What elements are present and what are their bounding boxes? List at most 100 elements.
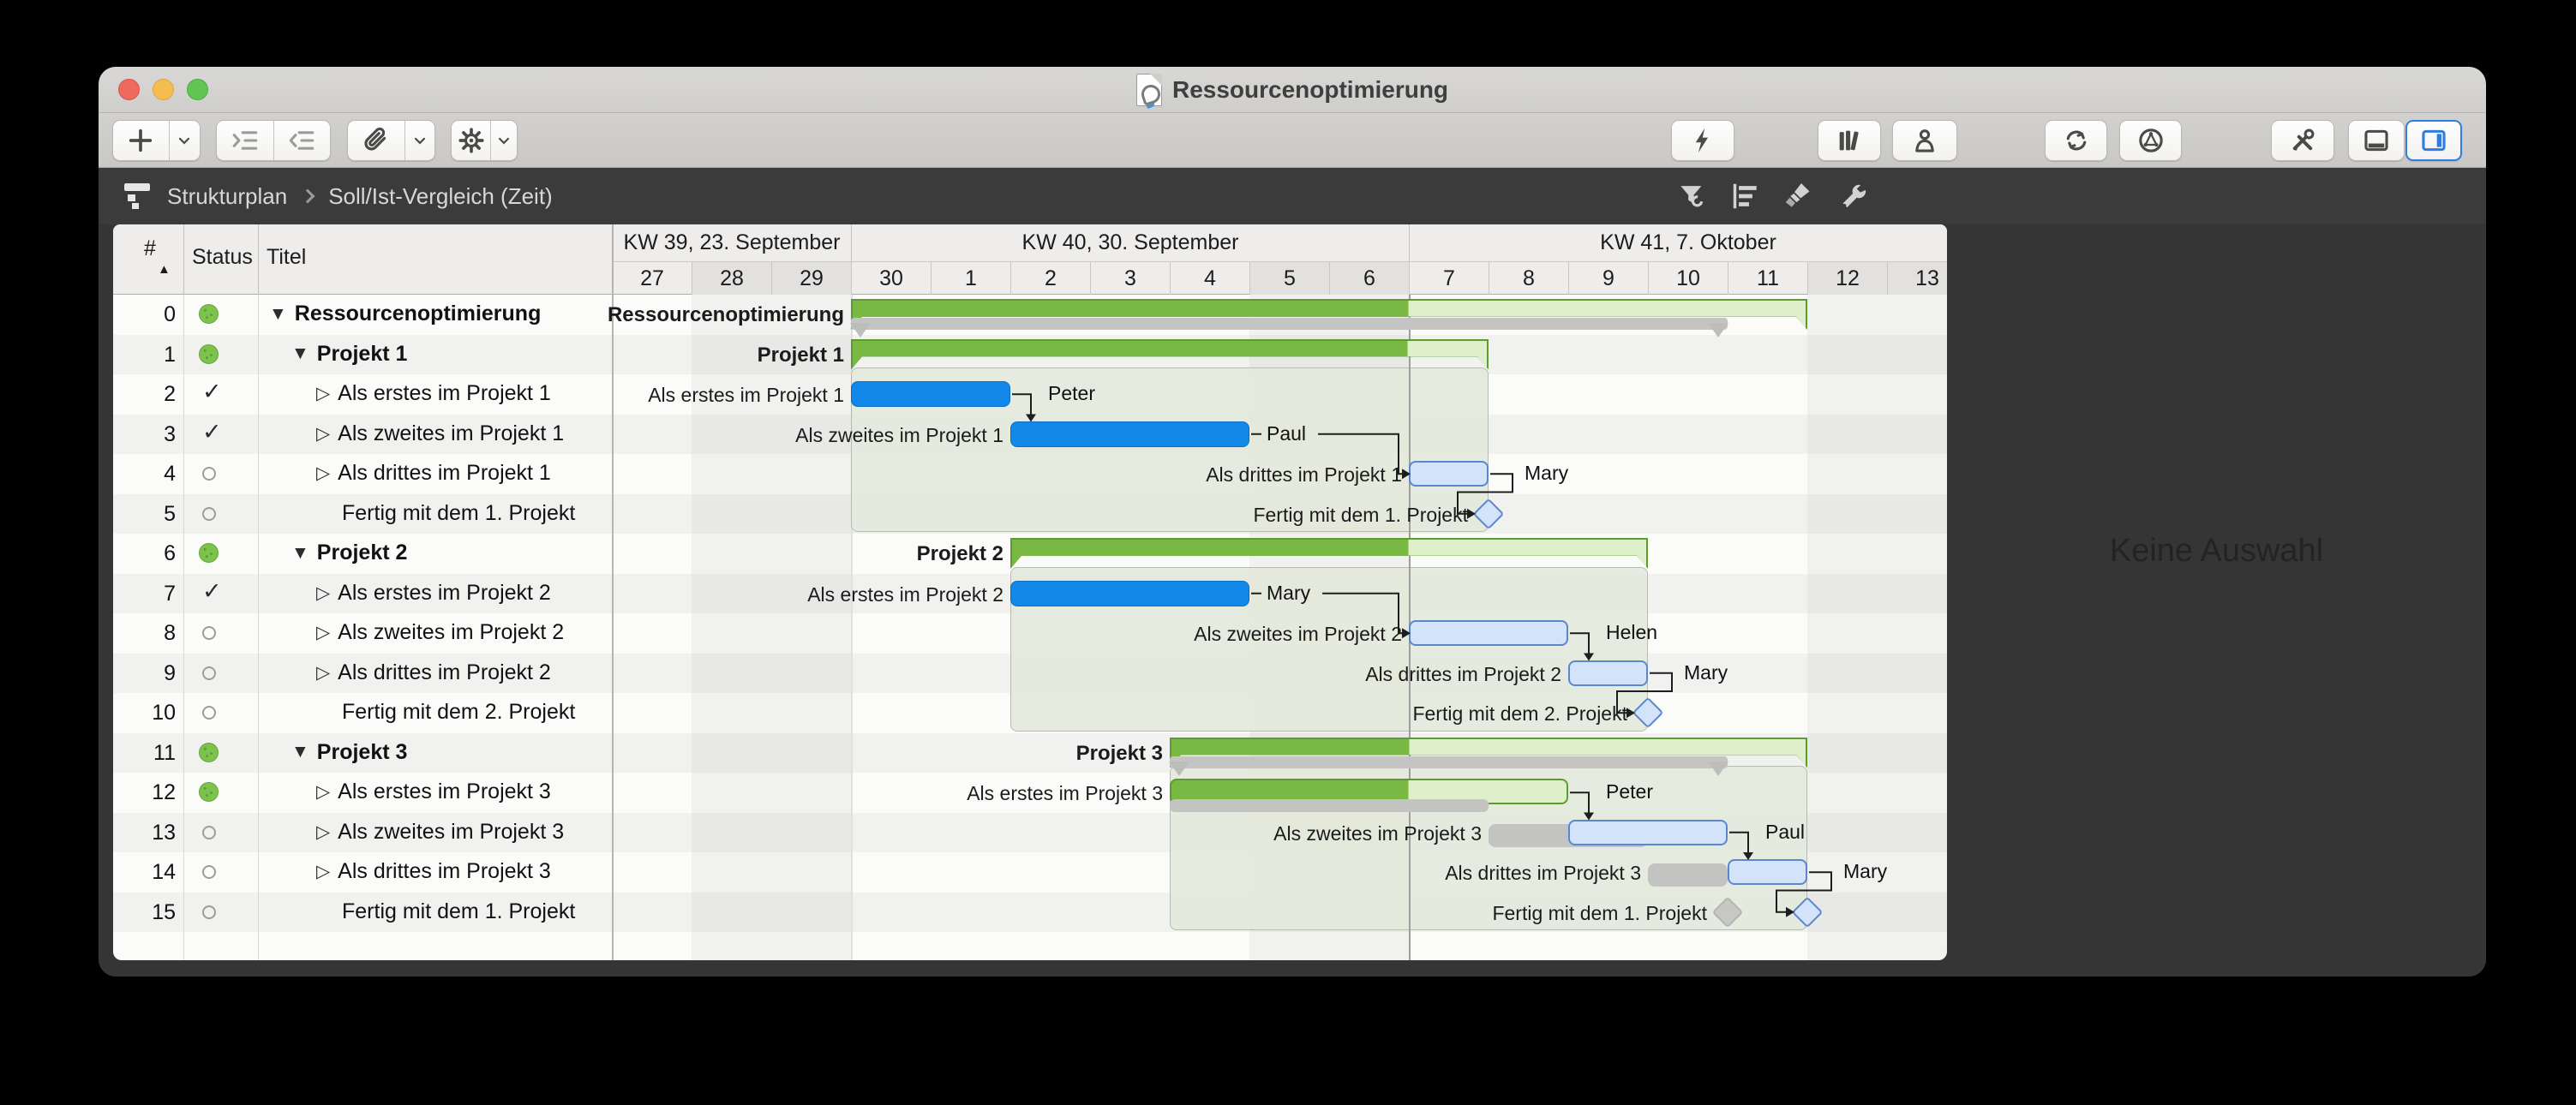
task-title-cell[interactable]: ▷Als zweites im Projekt 2	[316, 620, 564, 645]
outline-icon[interactable]	[1729, 180, 1762, 212]
column-divider[interactable]	[183, 224, 184, 295]
library-icon[interactable]	[1818, 121, 1880, 160]
task-title-cell[interactable]: ▼ Projekt 3	[291, 740, 407, 765]
gantt-baseline-bar	[851, 318, 1728, 330]
gantt-task-bar-planned[interactable]	[1568, 660, 1648, 686]
indent-button-group[interactable]	[216, 120, 331, 161]
disclosure-triangle-icon[interactable]: ▼	[291, 543, 309, 564]
disclosure-triangle-icon[interactable]: ▷	[316, 582, 330, 604]
format-wrench-icon[interactable]	[1837, 180, 1870, 212]
task-title-cell[interactable]: ▷Als drittes im Projekt 1	[316, 461, 551, 486]
status-icon-ontrack	[199, 344, 219, 364]
disclosure-triangle-icon[interactable]: ▷	[316, 821, 330, 843]
resources-button[interactable]	[1892, 120, 1957, 161]
status-icon-done: ✓	[202, 578, 222, 605]
gantt-summary-bar[interactable]	[851, 339, 1489, 370]
status-icon-open	[202, 626, 216, 640]
column-divider[interactable]	[258, 224, 259, 295]
sync-button[interactable]	[2045, 120, 2107, 161]
task-title-cell[interactable]: ▷Als zweites im Projekt 1	[316, 421, 564, 446]
conflicts-button[interactable]	[1671, 120, 1734, 161]
sync-icon[interactable]	[2046, 121, 2106, 160]
row-number: 0	[116, 302, 176, 327]
resource-label: Mary	[1267, 582, 1310, 605]
toggle-inspector-button[interactable]	[2405, 120, 2462, 161]
breadcrumb-item-view[interactable]: Strukturplan	[167, 183, 287, 210]
insert-button-group[interactable]	[112, 120, 201, 161]
chevron-down-icon[interactable]	[170, 121, 200, 160]
panel-bottom-icon[interactable]	[2349, 121, 2404, 160]
resource-label: Paul	[1765, 821, 1805, 844]
style-brush-icon[interactable]	[1782, 180, 1814, 212]
task-title-cell[interactable]: Fertig mit dem 1. Projekt	[342, 899, 575, 924]
network-globe-icon[interactable]	[2120, 121, 2181, 160]
attachment-button-group[interactable]	[347, 120, 435, 161]
attachment-icon[interactable]	[348, 121, 404, 160]
indent-icon[interactable]	[217, 121, 273, 160]
disclosure-triangle-icon[interactable]: ▷	[316, 781, 330, 803]
sort-ascending-icon[interactable]: ▲	[158, 262, 171, 277]
row-number: 10	[116, 701, 176, 726]
filter-icon[interactable]	[1675, 180, 1708, 212]
timeline-day-cell: 30	[851, 261, 931, 295]
activity-lightning-icon[interactable]	[1672, 121, 1734, 160]
disclosure-triangle-icon[interactable]: ▷	[316, 423, 330, 445]
toggle-bottom-panel-button[interactable]	[2348, 120, 2405, 161]
view-bar: Strukturplan Soll/Ist-Vergleich (Zeit)	[99, 168, 2486, 224]
task-title: Projekt 3	[317, 740, 408, 765]
gantt-task-bar-planned[interactable]	[1409, 461, 1489, 487]
task-title-cell[interactable]: ▷Als erstes im Projekt 2	[316, 581, 551, 606]
title-bar[interactable]: Ressourcenoptimierung	[99, 67, 2486, 113]
task-title-cell[interactable]: Fertig mit dem 1. Projekt	[342, 501, 575, 526]
outdent-icon[interactable]	[274, 121, 331, 160]
app-window: Ressourcenoptimierung Strukturplan Soll/…	[99, 67, 2486, 977]
gantt-task-bar-completed[interactable]	[1010, 581, 1249, 606]
status-icon-open	[202, 826, 216, 839]
work-breakdown-icon	[124, 183, 153, 209]
row-number: 1	[116, 343, 176, 367]
timeline-week-header: KW 41, 7. Oktober	[1409, 224, 1947, 261]
baseline-marker-icon	[1708, 762, 1728, 776]
baseline-marker-icon	[1169, 762, 1189, 776]
task-title-cell[interactable]: ▷ Als drittes im Projekt 3	[316, 859, 551, 884]
gantt-task-bar-planned[interactable]	[1568, 820, 1728, 845]
utilities-button[interactable]	[2271, 120, 2334, 161]
gantt-task-bar-completed[interactable]	[851, 381, 1010, 407]
disclosure-triangle-icon[interactable]: ▼	[291, 343, 309, 364]
task-title: Fertig mit dem 2. Projekt	[342, 700, 575, 725]
timeline-day-cell: 2	[1010, 261, 1090, 295]
task-title-cell[interactable]: ▷Als drittes im Projekt 2	[316, 660, 551, 685]
task-title: Als drittes im Projekt 3	[338, 859, 551, 884]
disclosure-triangle-icon[interactable]: ▷	[316, 383, 330, 404]
library-button[interactable]	[1818, 120, 1881, 161]
gantt-task-bar-planned[interactable]	[1409, 620, 1568, 646]
gantt-summary-bar[interactable]	[1010, 538, 1648, 569]
disclosure-triangle-icon[interactable]: ▷	[316, 861, 330, 882]
resources-person-icon[interactable]	[1893, 121, 1956, 160]
gantt-task-bar-planned[interactable]	[1728, 859, 1807, 885]
disclosure-triangle-icon[interactable]: ▷	[316, 463, 330, 484]
publish-button[interactable]	[2119, 120, 2182, 161]
timeline-day-cell: 13	[1887, 261, 1947, 295]
breadcrumb[interactable]: Strukturplan Soll/Ist-Vergleich (Zeit)	[124, 168, 553, 224]
chevron-down-icon[interactable]	[405, 121, 434, 160]
disclosure-triangle-icon[interactable]: ▼	[291, 742, 309, 762]
disclosure-triangle-icon[interactable]: ▷	[316, 662, 330, 684]
breadcrumb-item-subview[interactable]: Soll/Ist-Vergleich (Zeit)	[328, 183, 553, 210]
actions-button[interactable]	[451, 120, 518, 161]
task-title-cell[interactable]: ▷Als zweites im Projekt 3	[316, 820, 564, 845]
disclosure-triangle-icon[interactable]: ▼	[269, 304, 287, 325]
task-title-cell[interactable]: ▷Als erstes im Projekt 3	[316, 779, 551, 804]
settings-gear-icon[interactable]	[452, 121, 490, 160]
resource-label: Mary	[1843, 860, 1887, 883]
task-title-cell[interactable]: ▼Projekt 1	[291, 342, 407, 367]
task-title-cell[interactable]: ▼Projekt 2	[291, 541, 407, 565]
panel-right-icon[interactable]	[2407, 122, 2460, 159]
add-activity-icon[interactable]	[113, 121, 169, 160]
gantt-task-bar-completed[interactable]	[1010, 421, 1249, 447]
gantt-baseline-task-bar[interactable]	[1648, 863, 1728, 887]
disclosure-triangle-icon[interactable]: ▷	[316, 622, 330, 643]
chevron-down-icon[interactable]	[491, 121, 517, 160]
task-title-cell[interactable]: Fertig mit dem 2. Projekt	[342, 700, 575, 725]
utilities-tools-icon[interactable]	[2272, 121, 2333, 160]
